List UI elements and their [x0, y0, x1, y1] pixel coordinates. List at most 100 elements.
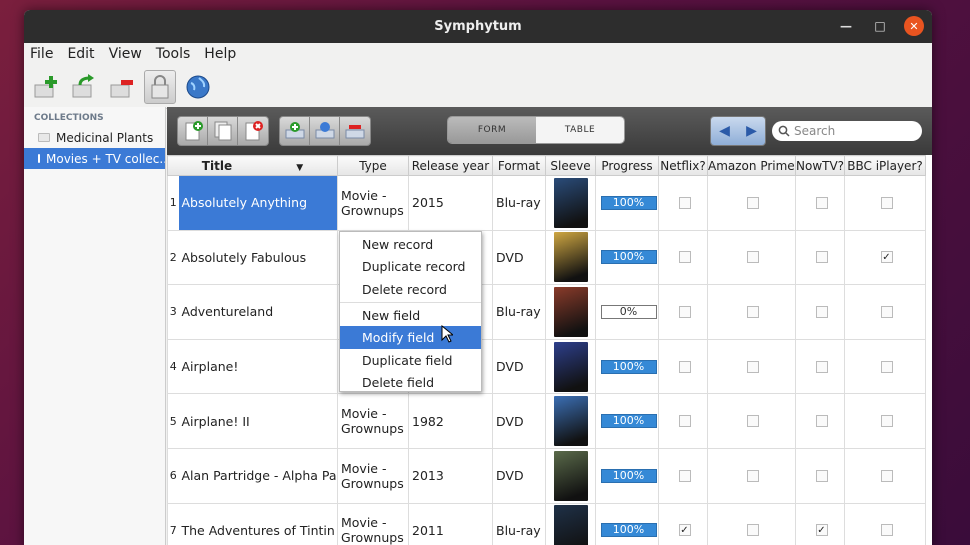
column-header-sleeve[interactable]: Sleeve: [545, 155, 596, 176]
next-record-button[interactable]: ▶: [738, 117, 765, 145]
progress-cell[interactable]: 100%: [595, 393, 659, 449]
amazon-prime-checkbox[interactable]: [747, 415, 759, 428]
column-header-nowtv[interactable]: NowTV?: [795, 155, 845, 176]
new-field-button[interactable]: [280, 117, 310, 145]
sleeve-cell[interactable]: [545, 338, 596, 395]
type-cell[interactable]: Movie - Grownups: [337, 447, 409, 504]
format-cell[interactable]: DVD: [492, 447, 546, 504]
format-cell[interactable]: Blu-ray: [492, 502, 546, 545]
amazon-prime-checkbox[interactable]: [747, 524, 759, 537]
netflix-checkbox[interactable]: [678, 251, 691, 264]
online-button[interactable]: [182, 70, 214, 104]
menu-item-new-record[interactable]: New record: [340, 233, 481, 256]
sleeve-cell[interactable]: [545, 393, 596, 449]
new-record-button[interactable]: [178, 117, 208, 145]
menu-help[interactable]: Help: [202, 46, 238, 62]
form-view-button[interactable]: FORM: [448, 117, 536, 143]
previous-record-button[interactable]: ◀: [711, 117, 738, 145]
netflix-checkbox[interactable]: [678, 305, 691, 318]
table-row[interactable]: 2 Absolutely Fabulous DVD 100% ✓: [167, 229, 926, 286]
table-row[interactable]: 4 Airplane! DVD 100%: [167, 338, 926, 395]
table-row[interactable]: 1 Absolutely Anything Movie - Grownups 2015…: [167, 175, 926, 231]
duplicate-record-button[interactable]: [208, 117, 238, 145]
column-header-bbc-iplayer[interactable]: BBC iPlayer?: [844, 155, 926, 176]
table-row[interactable]: 6 Alan Partridge - Alpha Papa Movie - Grow…: [167, 447, 926, 504]
progress-cell[interactable]: 100%: [595, 229, 659, 286]
sleeve-cell[interactable]: [545, 447, 596, 504]
bbc-iplayer-checkbox[interactable]: [880, 469, 893, 482]
bbc-iplayer-checkbox[interactable]: [880, 196, 893, 209]
title-cell[interactable]: The Adventures of Tintin: [178, 502, 338, 545]
format-cell[interactable]: DVD: [492, 338, 546, 395]
title-cell[interactable]: Airplane!: [178, 338, 338, 395]
bbc-iplayer-checkbox[interactable]: [880, 524, 893, 537]
amazon-prime-checkbox[interactable]: [747, 305, 759, 318]
progress-cell[interactable]: 100%: [595, 338, 659, 395]
progress-cell[interactable]: 100%: [595, 502, 659, 545]
column-header-progress[interactable]: Progress: [595, 155, 659, 176]
bbc-iplayer-checkbox[interactable]: [880, 360, 893, 373]
menu-edit[interactable]: Edit: [65, 46, 96, 62]
bbc-iplayer-checkbox[interactable]: [880, 305, 893, 318]
table-row[interactable]: 5 Airplane! II Movie - Grownups 1982 DVD 100%: [167, 393, 926, 449]
format-cell[interactable]: Blu-ray: [492, 284, 546, 340]
table-view-button[interactable]: TABLE: [536, 117, 624, 143]
format-cell[interactable]: DVD: [492, 229, 546, 286]
modify-field-button[interactable]: [310, 117, 340, 145]
nowtv-checkbox[interactable]: [815, 360, 828, 373]
menu-file[interactable]: File: [28, 46, 55, 62]
add-collection-button[interactable]: [30, 70, 62, 104]
menu-view[interactable]: View: [107, 46, 144, 62]
duplicate-collection-button[interactable]: [68, 70, 100, 104]
title-cell[interactable]: Adventureland: [178, 284, 338, 340]
delete-record-button[interactable]: [238, 117, 268, 145]
delete-field-button[interactable]: [340, 117, 370, 145]
amazon-prime-checkbox[interactable]: [747, 196, 759, 209]
amazon-prime-checkbox[interactable]: [747, 251, 759, 264]
menu-item-duplicate-record[interactable]: Duplicate record: [340, 256, 481, 279]
progress-cell[interactable]: 0%: [595, 284, 659, 340]
netflix-checkbox[interactable]: ✓: [678, 524, 691, 537]
nowtv-checkbox[interactable]: [815, 251, 828, 264]
release-year-cell[interactable]: 1982: [408, 393, 493, 449]
maximize-button[interactable]: □: [870, 16, 890, 36]
type-cell[interactable]: Movie - Grownups: [337, 393, 409, 449]
title-cell[interactable]: Airplane! II: [178, 393, 338, 449]
sleeve-cell[interactable]: [545, 229, 596, 286]
search-box[interactable]: Search: [772, 121, 922, 141]
column-header-netflix[interactable]: Netflix?: [658, 155, 708, 176]
column-header-format[interactable]: Format: [492, 155, 546, 176]
amazon-prime-checkbox[interactable]: [747, 469, 759, 482]
progress-cell[interactable]: 100%: [595, 175, 659, 231]
netflix-checkbox[interactable]: [678, 196, 691, 209]
menu-item-modify-field[interactable]: Modify field: [340, 326, 481, 349]
sidebar-item-medicinal-plants[interactable]: Medicinal Plants: [24, 127, 165, 148]
column-header-amazon-prime[interactable]: Amazon Prime?: [707, 155, 796, 176]
bbc-iplayer-checkbox[interactable]: [880, 415, 893, 428]
format-cell[interactable]: Blu-ray: [492, 175, 546, 231]
netflix-checkbox[interactable]: [678, 469, 691, 482]
release-year-cell[interactable]: 2011: [408, 502, 493, 545]
lock-button[interactable]: [144, 69, 176, 104]
nowtv-checkbox[interactable]: [815, 469, 828, 482]
title-cell[interactable]: Absolutely Anything: [178, 175, 338, 231]
table-row[interactable]: 7 The Adventures of Tintin Movie - Grownup…: [167, 502, 926, 545]
minimize-button[interactable]: —: [836, 16, 856, 36]
nowtv-checkbox[interactable]: [815, 305, 828, 318]
title-cell[interactable]: Absolutely Fabulous: [178, 229, 338, 286]
column-header-title[interactable]: Title ▼: [167, 155, 338, 176]
sleeve-cell[interactable]: [545, 284, 596, 340]
netflix-checkbox[interactable]: [678, 360, 691, 373]
type-cell[interactable]: Movie - Grownups: [337, 175, 409, 231]
column-header-type[interactable]: Type: [337, 155, 409, 176]
sidebar-item-movies-tv[interactable]: Movies + TV collec...: [24, 148, 165, 169]
type-cell[interactable]: Movie - Grownups: [337, 502, 409, 545]
release-year-cell[interactable]: 2013: [408, 447, 493, 504]
title-cell[interactable]: Alan Partridge - Alpha Papa: [178, 447, 338, 504]
table-row[interactable]: 3 Adventureland Blu-ray 0%: [167, 284, 926, 340]
netflix-checkbox[interactable]: [678, 415, 691, 428]
menu-tools[interactable]: Tools: [154, 46, 193, 62]
close-button[interactable]: ✕: [904, 16, 924, 36]
column-header-release-year[interactable]: Release year: [408, 155, 493, 176]
progress-cell[interactable]: 100%: [595, 447, 659, 504]
